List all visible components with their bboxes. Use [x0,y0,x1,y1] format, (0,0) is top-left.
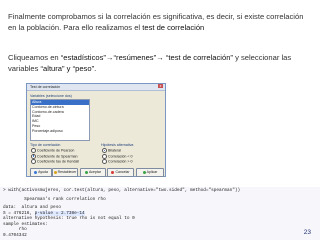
variable-list-item[interactable]: Porcentaje.adiposo [31,129,89,134]
console-estimates: sample estimates: [3,221,48,227]
correlation-type-radio[interactable]: Coeficiente de Spearman [31,153,78,159]
correlation-test-dialog: Test de correlación x Variables (selecci… [26,83,166,177]
correlation-type-radio[interactable]: Coeficiente tau de Kendall [31,159,79,164]
correlation-type-radio-label: Coeficiente tau de Kendall [37,159,79,164]
correlation-type-radio[interactable]: Coeficiente de Pearson [31,148,74,153]
dialog-title: Test de correlación [30,84,61,89]
variables-listbox[interactable]: Altura Contorno.de.cintura Contorno.de.cad… [30,99,90,141]
slide: Finalmente comprobamos si la correlación… [0,0,320,240]
alternative-radio[interactable]: Correlación > 0 [102,159,132,164]
intro-paragraph: Finalmente comprobamos si la correlación… [8,11,313,33]
alternative-radio-label: Bilateral [108,148,121,153]
instruction-paragraph: Cliqueamos en “estadísticos”→“resúmenes”… [8,52,313,74]
alternative-radio[interactable]: Correlación < 0 [102,153,133,159]
menu-path: “estadísticos”→“resúmenes”→ “test de cor… [60,53,233,62]
close-icon[interactable]: x [158,84,163,89]
console-alternative: alternative hypothesis: true rho is not … [3,216,135,221]
radio-icon [102,159,107,164]
console-rho-label: rho [3,227,27,232]
radio-icon [31,148,36,153]
ok-button[interactable]: Aceptar [80,168,106,177]
alternative-hypothesis-label: Hipótesis alternativa [101,143,134,147]
alternative-radio[interactable]: Bilateral [102,148,121,153]
instruction-text-1: Cliqueamos en [8,53,61,62]
r-console-output: > with(activosmujeres, cor.test(altura, … [0,187,320,240]
correlation-type-radio-label: Coeficiente de Pearson [37,148,75,153]
radio-icon [102,153,107,159]
radio-icon [31,153,36,159]
help-icon [34,170,38,174]
instruction-vars: “altura” y “peso”. [40,64,97,73]
page-number: 23 [303,229,311,236]
intro-emphasis: test de correlación [142,23,205,32]
reset-icon [53,170,57,174]
radio-icon [31,159,36,164]
radio-icon [102,148,107,153]
apply-button[interactable]: Aplicar [136,168,164,177]
variables-label: Variables (seleccione dos) [30,94,72,98]
apply-icon [142,170,146,174]
console-statistic: S = 476216, p-value = 2.738e-14 [3,210,85,216]
reset-button[interactable]: Restablecer [52,168,78,177]
alternative-radio-label: Correlación > 0 [108,159,133,164]
alternative-radio-label: Correlación < 0 [108,153,133,158]
dialog-titlebar: Test de correlación x [27,84,165,91]
console-test-title: Spearman's rank correlation rho [3,197,106,202]
check-icon [84,170,88,174]
console-data: data: altura and peso [3,205,61,210]
correlation-type-radio-label: Coeficiente de Spearman [37,153,78,158]
console-rho-value: 0.4704342 [3,232,27,238]
console-command: > with(activosmujeres, cor.test(altura, … [3,188,241,193]
cancel-button[interactable]: Cancelar [107,168,134,177]
help-button[interactable]: Ayuda [30,168,52,177]
correlation-type-label: Tipo de correlación [30,143,61,147]
